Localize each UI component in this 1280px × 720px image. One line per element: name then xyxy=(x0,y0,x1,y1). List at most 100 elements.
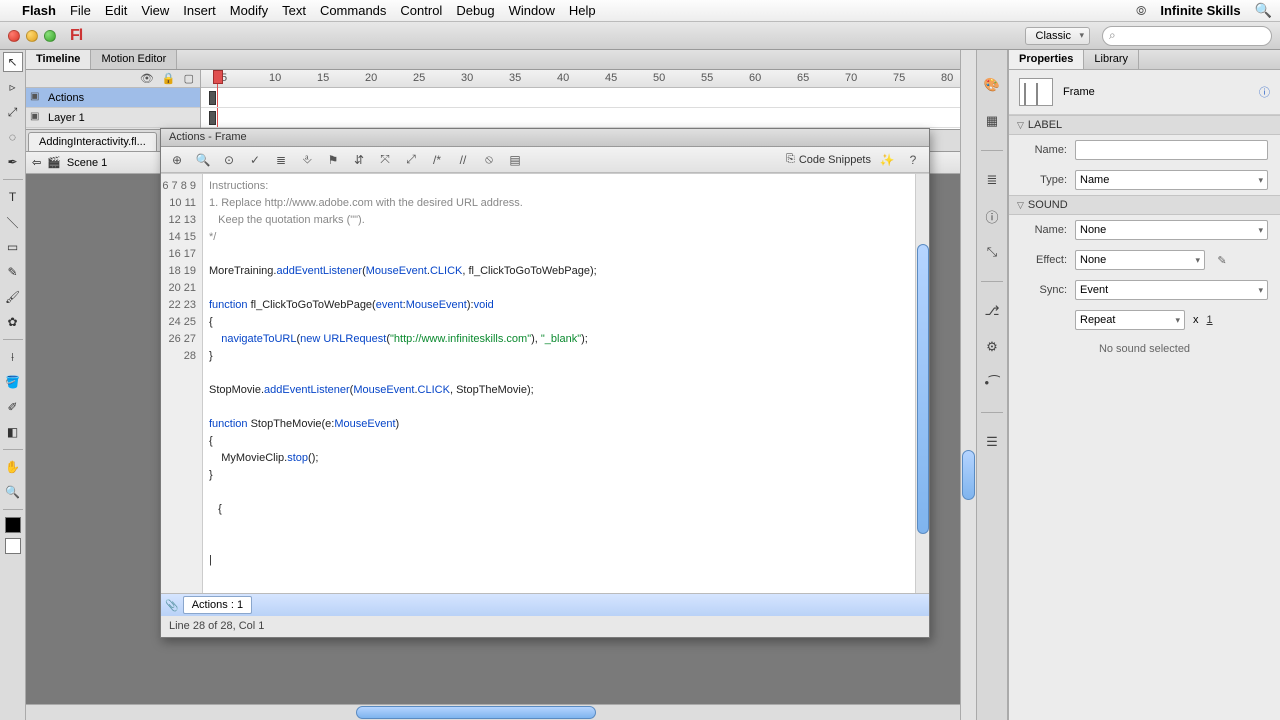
label-name-input[interactable] xyxy=(1075,140,1268,160)
eye-icon[interactable]: 👁 xyxy=(140,72,154,85)
transform-panel-icon[interactable]: ⤡ xyxy=(981,241,1003,263)
code-editor[interactable]: 6 7 8 9 10 11 12 13 14 15 16 17 18 19 20… xyxy=(161,173,929,593)
tab-timeline[interactable]: Timeline xyxy=(26,50,91,69)
menu-debug[interactable]: Debug xyxy=(456,3,494,18)
script-assist-icon[interactable]: ✨ xyxy=(877,150,897,170)
script-tab[interactable]: Actions : 1 xyxy=(183,596,252,614)
code-snippets-icon[interactable]: ⎇ xyxy=(981,300,1003,322)
menu-modify[interactable]: Modify xyxy=(230,3,268,18)
section-sound[interactable]: ▽SOUND xyxy=(1009,195,1280,215)
project-panel-icon[interactable]: ☰ xyxy=(981,431,1003,453)
document-tab[interactable]: AddingInteractivity.fl... xyxy=(28,132,157,151)
lasso-tool[interactable]: ◌ xyxy=(3,127,23,147)
sound-name-select[interactable]: None xyxy=(1075,220,1268,240)
hand-tool[interactable]: ✋ xyxy=(3,457,23,477)
zoom-window-button[interactable] xyxy=(44,30,56,42)
show-hide-toolbox-icon[interactable]: ▤ xyxy=(505,150,525,170)
free-transform-tool[interactable]: ⤢ xyxy=(3,102,23,122)
back-icon[interactable]: ⇦ xyxy=(32,156,41,169)
fill-color-swatch[interactable] xyxy=(5,538,21,554)
motion-presets-icon[interactable]: •⁀ xyxy=(981,372,1003,394)
menu-file[interactable]: File xyxy=(70,3,91,18)
layer-1[interactable]: ▣Layer 1 xyxy=(26,108,200,128)
menu-view[interactable]: View xyxy=(141,3,169,18)
stroke-color-swatch[interactable] xyxy=(5,517,21,533)
edit-effect-icon[interactable]: ✎ xyxy=(1213,251,1231,269)
deco-tool[interactable]: ✿ xyxy=(3,312,23,332)
code-vertical-scrollbar[interactable] xyxy=(915,174,929,593)
section-label[interactable]: ▽LABEL xyxy=(1009,115,1280,135)
menu-edit[interactable]: Edit xyxy=(105,3,127,18)
pen-tool[interactable]: ✒ xyxy=(3,152,23,172)
spotlight-icon[interactable]: 🔍 xyxy=(1255,2,1272,19)
paint-bucket-tool[interactable]: 🪣 xyxy=(3,372,23,392)
info-panel-icon[interactable]: ⓘ xyxy=(981,205,1003,227)
scene-name[interactable]: Scene 1 xyxy=(67,157,107,169)
menu-window[interactable]: Window xyxy=(509,3,555,18)
apply-block-comment-icon[interactable]: /* xyxy=(427,150,447,170)
add-script-icon[interactable]: ⊕ xyxy=(167,150,187,170)
color-panel-icon[interactable]: 🎨 xyxy=(981,74,1003,96)
text-tool[interactable]: T xyxy=(3,187,23,207)
wifi-icon[interactable]: ⦾ xyxy=(1136,3,1146,19)
subselection-tool[interactable]: ▹ xyxy=(3,77,23,97)
collapse-between-icon[interactable]: ⇵ xyxy=(349,150,369,170)
menu-control[interactable]: Control xyxy=(400,3,442,18)
swatches-panel-icon[interactable]: ▦ xyxy=(981,110,1003,132)
app-menu[interactable]: Flash xyxy=(22,3,56,18)
scrollbar-thumb[interactable] xyxy=(962,450,975,500)
pin-icon[interactable]: 📎 xyxy=(165,599,179,612)
code-snippets-button[interactable]: ⎘Code Snippets xyxy=(786,153,871,166)
bone-tool[interactable]: ⟊ xyxy=(3,347,23,367)
sound-sync-select[interactable]: Event xyxy=(1075,280,1268,300)
menu-help[interactable]: Help xyxy=(569,3,596,18)
scrollbar-thumb[interactable] xyxy=(356,706,596,719)
outline-icon[interactable]: ▢ xyxy=(184,72,194,85)
selection-tool[interactable]: ↖ xyxy=(3,52,23,72)
brush-tool[interactable]: 🖌 xyxy=(3,287,23,307)
horizontal-scrollbar[interactable] xyxy=(26,704,960,720)
components-panel-icon[interactable]: ⚙ xyxy=(981,336,1003,358)
help-icon[interactable]: ? xyxy=(903,150,923,170)
check-syntax-icon[interactable]: ✓ xyxy=(245,150,265,170)
line-tool[interactable]: ＼ xyxy=(3,212,23,232)
repeat-count-input[interactable]: 1 xyxy=(1207,314,1213,326)
close-window-button[interactable] xyxy=(8,30,20,42)
menu-commands[interactable]: Commands xyxy=(320,3,386,18)
frames-column[interactable]: 51015202530354045505560657075808590 xyxy=(201,70,960,129)
vertical-scrollbar[interactable] xyxy=(960,50,976,720)
sound-effect-select[interactable]: None xyxy=(1075,250,1205,270)
eyedropper-tool[interactable]: ✐ xyxy=(3,397,23,417)
menu-text[interactable]: Text xyxy=(282,3,306,18)
find-icon[interactable]: 🔍 xyxy=(193,150,213,170)
remove-comment-icon[interactable]: ⦸ xyxy=(479,150,499,170)
help-search-input[interactable] xyxy=(1102,26,1272,46)
minimize-window-button[interactable] xyxy=(26,30,38,42)
workspace-switcher[interactable]: Classic xyxy=(1025,27,1090,45)
keyframe[interactable] xyxy=(209,91,216,105)
tab-library[interactable]: Library xyxy=(1084,50,1139,69)
expand-all-icon[interactable]: ⤢ xyxy=(401,150,421,170)
help-icon[interactable]: ⓘ xyxy=(1259,84,1270,100)
frames-row-layer1[interactable] xyxy=(201,108,960,128)
align-panel-icon[interactable]: ≣ xyxy=(981,169,1003,191)
account-name[interactable]: Infinite Skills xyxy=(1160,3,1240,18)
auto-format-icon[interactable]: ≣ xyxy=(271,150,291,170)
show-codehint-icon[interactable]: ⎀ xyxy=(297,150,317,170)
collapse-selection-icon[interactable]: ⤧ xyxy=(375,150,395,170)
apply-line-comment-icon[interactable]: // xyxy=(453,150,473,170)
frames-row-actions[interactable] xyxy=(201,88,960,108)
debug-options-icon[interactable]: ⚑ xyxy=(323,150,343,170)
pencil-tool[interactable]: ✎ xyxy=(3,262,23,282)
keyframe[interactable] xyxy=(209,111,216,125)
menu-insert[interactable]: Insert xyxy=(183,3,216,18)
zoom-tool[interactable]: 🔍 xyxy=(3,482,23,502)
sound-repeat-select[interactable]: Repeat xyxy=(1075,310,1185,330)
eraser-tool[interactable]: ◧ xyxy=(3,422,23,442)
tab-properties[interactable]: Properties xyxy=(1009,50,1084,69)
timeline-ruler[interactable]: 51015202530354045505560657075808590 xyxy=(201,70,960,88)
insert-target-icon[interactable]: ⊙ xyxy=(219,150,239,170)
label-type-select[interactable]: Name xyxy=(1075,170,1268,190)
actions-panel-title[interactable]: Actions - Frame xyxy=(161,129,929,147)
tab-motion-editor[interactable]: Motion Editor xyxy=(91,50,177,69)
